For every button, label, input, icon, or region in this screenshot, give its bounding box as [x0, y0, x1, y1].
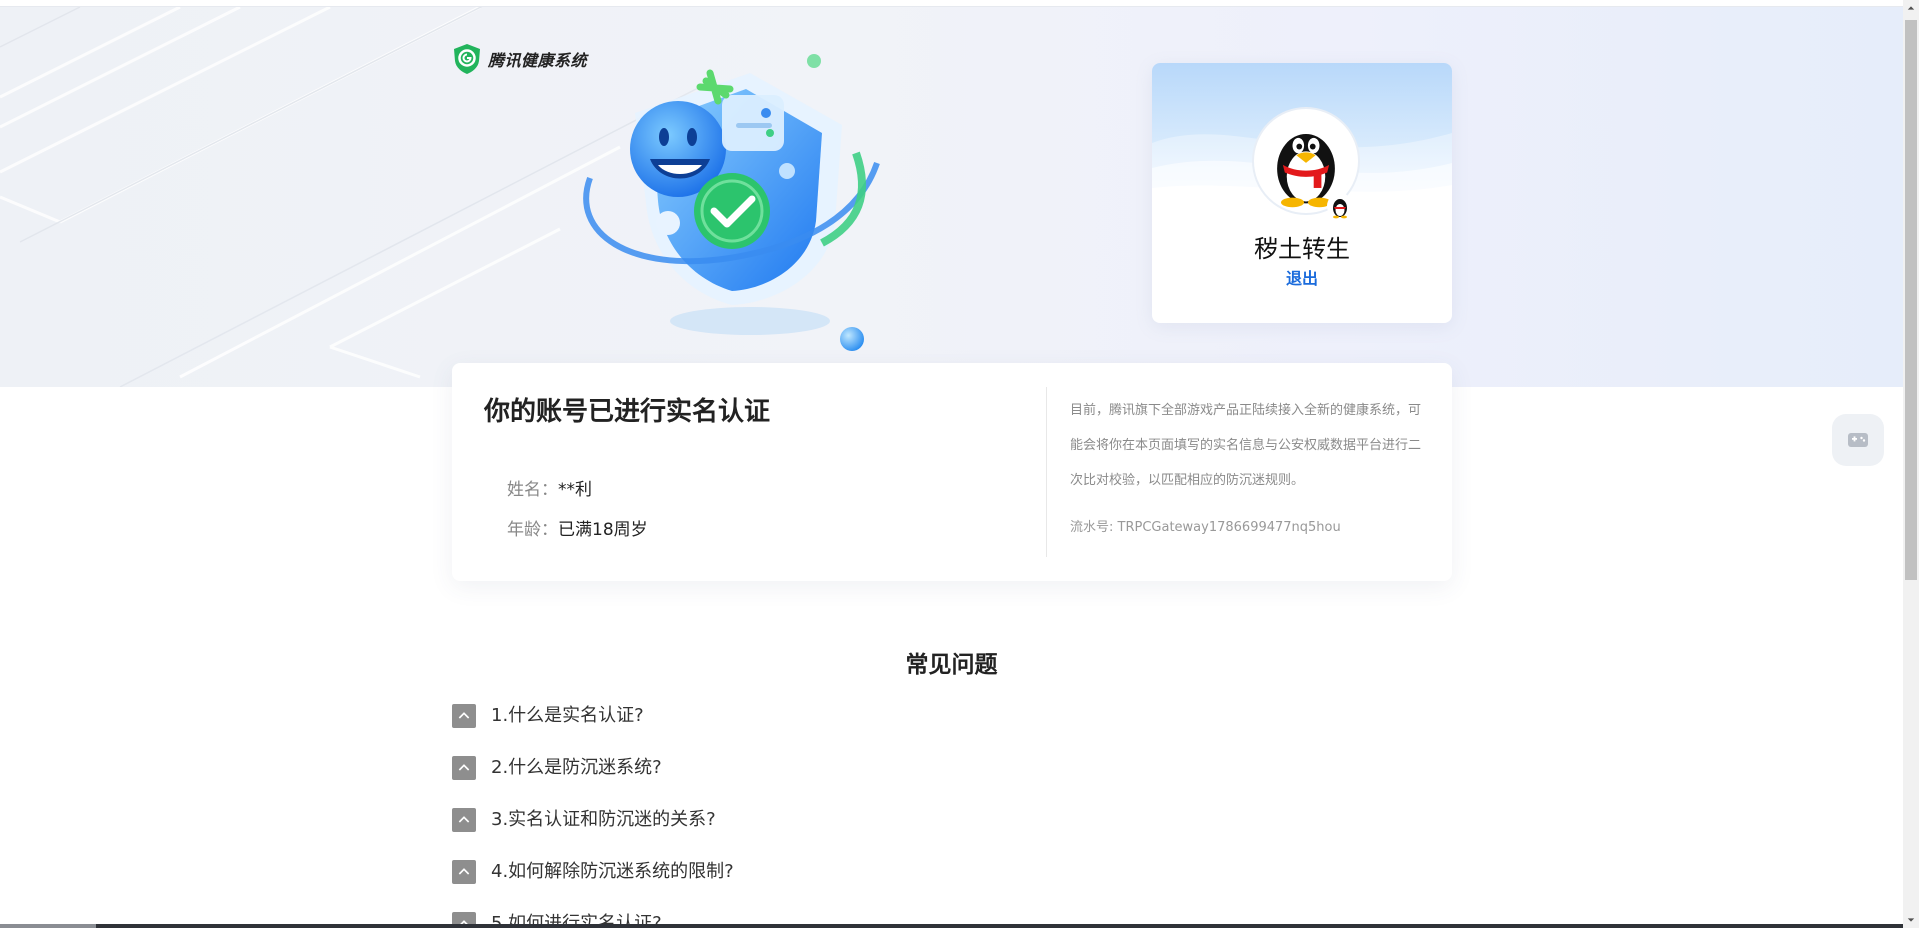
chevron-up-icon[interactable]: [452, 756, 476, 780]
user-card: 秽土转生 退出: [1152, 63, 1452, 323]
serial-value: TRPCGateway1786699477nq5hou: [1117, 520, 1341, 535]
faq-list: 1.什么是实名认证? 2.什么是防沉迷系统? 3.实名认证和防沉迷的关系? 4.…: [452, 702, 1452, 928]
faq-item-2[interactable]: 2.什么是防沉迷系统?: [452, 754, 1452, 806]
hero-banner: 腾讯健康系统 秽土转生 退出: [0, 7, 1903, 387]
top-border: [0, 0, 1903, 7]
verification-card: 你的账号已进行实名认证 姓名：**利 年龄：已满18周岁 目前，腾讯旗下全部游戏…: [452, 363, 1452, 581]
faq-item-3[interactable]: 3.实名认证和防沉迷的关系?: [452, 806, 1452, 858]
name-label: 姓名：: [507, 480, 558, 500]
faq-question: 1.什么是实名认证?: [491, 705, 644, 726]
chevron-up-icon[interactable]: [452, 860, 476, 884]
qq-badge-icon: [1327, 193, 1353, 219]
faq-item-4[interactable]: 4.如何解除防沉迷系统的限制?: [452, 858, 1452, 910]
scroll-up-arrow-icon[interactable]: [1903, 0, 1919, 16]
serial-label: 流水号:: [1070, 520, 1118, 535]
faq-question: 4.如何解除防沉迷系统的限制?: [491, 861, 734, 882]
game-controller-icon: [1848, 433, 1868, 447]
age-label: 年龄：: [507, 520, 558, 540]
page: 腾讯健康系统 秽土转生 退出 你的账号已进行实名认证 姓名：**利 年龄：已满1…: [0, 0, 1903, 928]
bottom-taskbar-edge: [0, 924, 1903, 928]
logout-link[interactable]: 退出: [1152, 265, 1452, 289]
health-system-notice: 目前，腾讯旗下全部游戏产品正陆续接入全新的健康系统，可能会将你在本页面填写的实名…: [1070, 403, 1422, 488]
chevron-up-icon[interactable]: [452, 704, 476, 728]
bottom-taskbar-highlight: [0, 924, 96, 928]
faq-title: 常见问题: [905, 652, 998, 678]
faq-question: 2.什么是防沉迷系统?: [491, 757, 662, 778]
shield-illustration: [583, 54, 880, 351]
serial-number: 流水号: TRPCGateway1786699477nq5hou: [1070, 516, 1341, 535]
scroll-thumb[interactable]: [1905, 20, 1917, 580]
info-divider: [1046, 387, 1047, 557]
faq-item-1[interactable]: 1.什么是实名认证?: [452, 702, 1452, 754]
floating-service-button[interactable]: [1832, 414, 1884, 466]
age-row: 年龄：已满18周岁: [507, 515, 648, 540]
age-value: 已满18周岁: [558, 520, 648, 540]
name-row: 姓名：**利: [507, 475, 592, 500]
tencent-health-shield-icon: [454, 44, 480, 74]
name-value: **利: [558, 480, 592, 500]
verification-title: 你的账号已进行实名认证: [484, 397, 771, 427]
vertical-scrollbar[interactable]: [1903, 0, 1919, 928]
faq-question: 3.实名认证和防沉迷的关系?: [491, 809, 716, 830]
user-name: 秽土转生: [1254, 235, 1350, 263]
scroll-down-arrow-icon[interactable]: [1903, 912, 1919, 928]
chevron-up-icon[interactable]: [452, 808, 476, 832]
